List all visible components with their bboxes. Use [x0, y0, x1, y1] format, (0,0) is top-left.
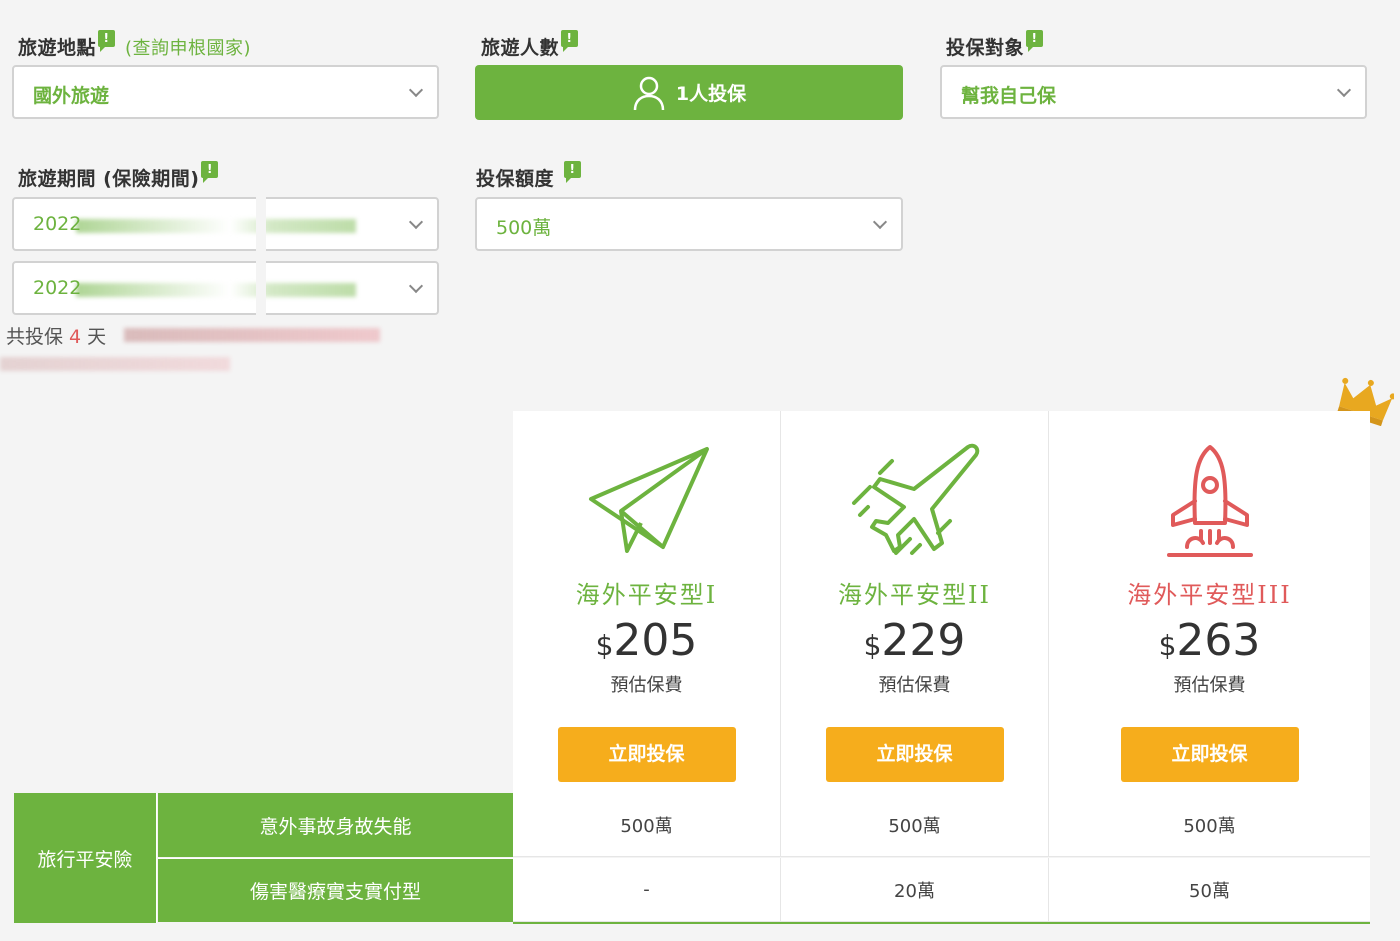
table-row-label: 傷害醫療實支實付型 [158, 858, 513, 922]
destination-value: 國外旅遊 [33, 85, 110, 107]
date-divider [256, 260, 266, 316]
estimate-label: 預估保費 [610, 675, 683, 696]
buy-now-button[interactable]: 立即投保 [1120, 727, 1299, 782]
plan-price: $205 [595, 615, 698, 666]
info-icon[interactable]: ! [561, 30, 579, 52]
destination-label: 旅遊地點! (查詢申根國家) [18, 30, 252, 59]
chevron-down-icon [872, 214, 888, 230]
redacted-date [76, 219, 356, 233]
start-date-year: 2022 [33, 213, 82, 235]
travelers-button-label: 1人投保 [675, 83, 747, 105]
travelers-button[interactable]: 1人投保 [475, 65, 903, 120]
plan-name: 海外平安型III [1127, 581, 1292, 609]
table-cell: 20萬 [780, 858, 1048, 922]
info-icon[interactable]: ! [564, 161, 582, 183]
travelers-label: 旅遊人數! [481, 30, 579, 60]
end-date-select[interactable]: 2022 [12, 261, 439, 315]
redacted-note [0, 357, 230, 371]
chevron-down-icon [408, 214, 424, 230]
person-icon [633, 76, 665, 110]
plan-cards: 海外平安型I $205 預估保費 立即投保 海外平安型II $229 預估保費 … [513, 411, 1370, 793]
plan-price: $263 [1158, 615, 1261, 666]
buy-now-button[interactable]: 立即投保 [825, 727, 1004, 782]
table-cell: - [513, 858, 780, 922]
date-divider [256, 196, 266, 252]
period-label: 旅遊期間 (保險期間)! [18, 161, 219, 191]
plan-price: $229 [863, 615, 966, 666]
estimate-label: 預估保費 [878, 675, 951, 696]
schengen-link[interactable]: (查詢申根國家) [125, 38, 251, 59]
airplane-icon [852, 443, 980, 555]
coverage-table: 旅行平安險 意外事故身故失能 傷害醫療實支實付型 500萬 500萬 500萬 … [14, 793, 1370, 924]
destination-select[interactable]: 國外旅遊 [12, 65, 439, 119]
plan-card-1: 海外平安型I $205 預估保費 立即投保 [513, 411, 780, 793]
rocket-icon [1167, 445, 1253, 557]
amount-select[interactable]: 500萬 [475, 197, 903, 251]
days-summary: 共投保 4 天 [6, 326, 107, 348]
info-icon[interactable]: ! [201, 161, 219, 183]
chevron-down-icon [408, 82, 424, 98]
insured-label: 投保對象! [946, 30, 1044, 60]
buy-now-button[interactable]: 立即投保 [557, 727, 736, 782]
table-cell: 50萬 [1048, 858, 1370, 922]
insured-value: 幫我自己保 [961, 85, 1057, 107]
table-row-label: 意外事故身故失能 [158, 793, 513, 857]
table-category: 旅行平安險 [14, 793, 157, 923]
insured-select[interactable]: 幫我自己保 [940, 65, 1367, 119]
amount-value: 500萬 [496, 217, 552, 239]
paper-plane-icon [589, 447, 709, 553]
chevron-down-icon [1336, 82, 1352, 98]
amount-label: 投保額度! [476, 161, 582, 191]
table-cell: 500萬 [780, 793, 1048, 857]
chevron-down-icon [408, 278, 424, 294]
table-cell: 500萬 [513, 793, 780, 857]
plan-card-3: 海外平安型III $263 預估保費 立即投保 [1048, 411, 1370, 793]
info-icon[interactable]: ! [1026, 30, 1044, 52]
redacted-note [124, 328, 380, 342]
table-cell: 500萬 [1048, 793, 1370, 857]
info-icon[interactable]: ! [98, 30, 116, 52]
estimate-label: 預估保費 [1173, 675, 1246, 696]
start-date-select[interactable]: 2022 [12, 197, 439, 251]
plan-name: 海外平安型I [575, 581, 718, 609]
redacted-date [76, 283, 356, 297]
table-bottom-border [513, 922, 1370, 924]
end-date-year: 2022 [33, 277, 82, 299]
plan-name: 海外平安型II [838, 581, 991, 609]
plan-card-2: 海外平安型II $229 預估保費 立即投保 [780, 411, 1048, 793]
